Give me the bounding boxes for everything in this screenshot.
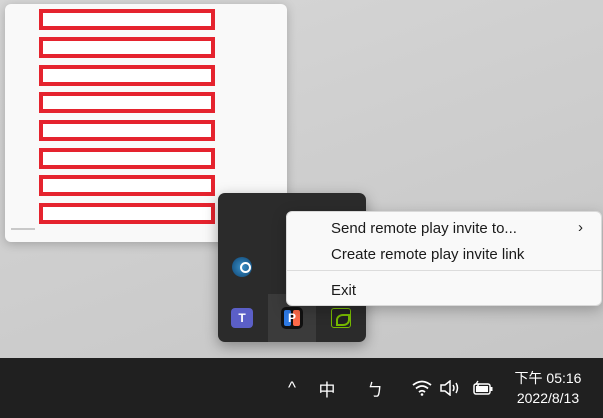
redacted-item	[39, 120, 215, 141]
menu-item-label: Exit	[331, 281, 357, 299]
redacted-item	[39, 65, 215, 86]
battery-icon[interactable]	[470, 358, 496, 418]
flyout-accent	[11, 228, 35, 230]
menu-item-send-invite[interactable]: Send remote play invite to... ›	[291, 215, 597, 241]
ime-mode-label: 中	[318, 380, 336, 400]
volume-icon[interactable]	[438, 358, 462, 418]
taskbar: ^ 中 ㄅ 下午 05:16 2022/8/13	[0, 358, 603, 418]
ime-mode-button[interactable]: 中	[314, 358, 340, 418]
teams-icon: T	[231, 308, 253, 328]
tray-icon-steam[interactable]	[218, 243, 266, 291]
menu-item-create-link[interactable]: Create remote play invite link	[291, 241, 597, 267]
parsec-icon: P	[281, 307, 303, 329]
menu-item-exit[interactable]: Exit	[291, 277, 597, 303]
redacted-item	[39, 175, 215, 196]
menu-item-label: Create remote play invite link	[331, 245, 525, 263]
clock-time: 下午 05:16	[514, 370, 582, 386]
show-hidden-icons-button[interactable]: ^	[280, 358, 304, 418]
ime-bopomofo-label: ㄅ	[366, 380, 384, 400]
ime-bopomofo-button[interactable]: ㄅ	[362, 358, 388, 418]
parsec-letter: P	[287, 311, 296, 325]
redacted-item	[39, 37, 215, 58]
steam-icon	[232, 257, 252, 277]
chevron-up-icon: ^	[288, 378, 296, 397]
taskbar-clock[interactable]: 下午 05:16 2022/8/13	[500, 358, 596, 418]
context-menu: Send remote play invite to... › Create r…	[286, 211, 602, 306]
nvidia-icon	[331, 308, 351, 328]
clock-date: 2022/8/13	[516, 390, 580, 406]
menu-separator	[287, 270, 601, 271]
redacted-item	[39, 9, 215, 30]
tray-icon-teams[interactable]: T	[218, 294, 266, 342]
redacted-item	[39, 92, 215, 113]
menu-item-label: Send remote play invite to...	[331, 219, 517, 237]
redacted-item	[39, 148, 215, 169]
chevron-right-icon: ›	[578, 219, 583, 236]
redacted-item	[39, 203, 215, 224]
wifi-icon[interactable]	[410, 358, 434, 418]
